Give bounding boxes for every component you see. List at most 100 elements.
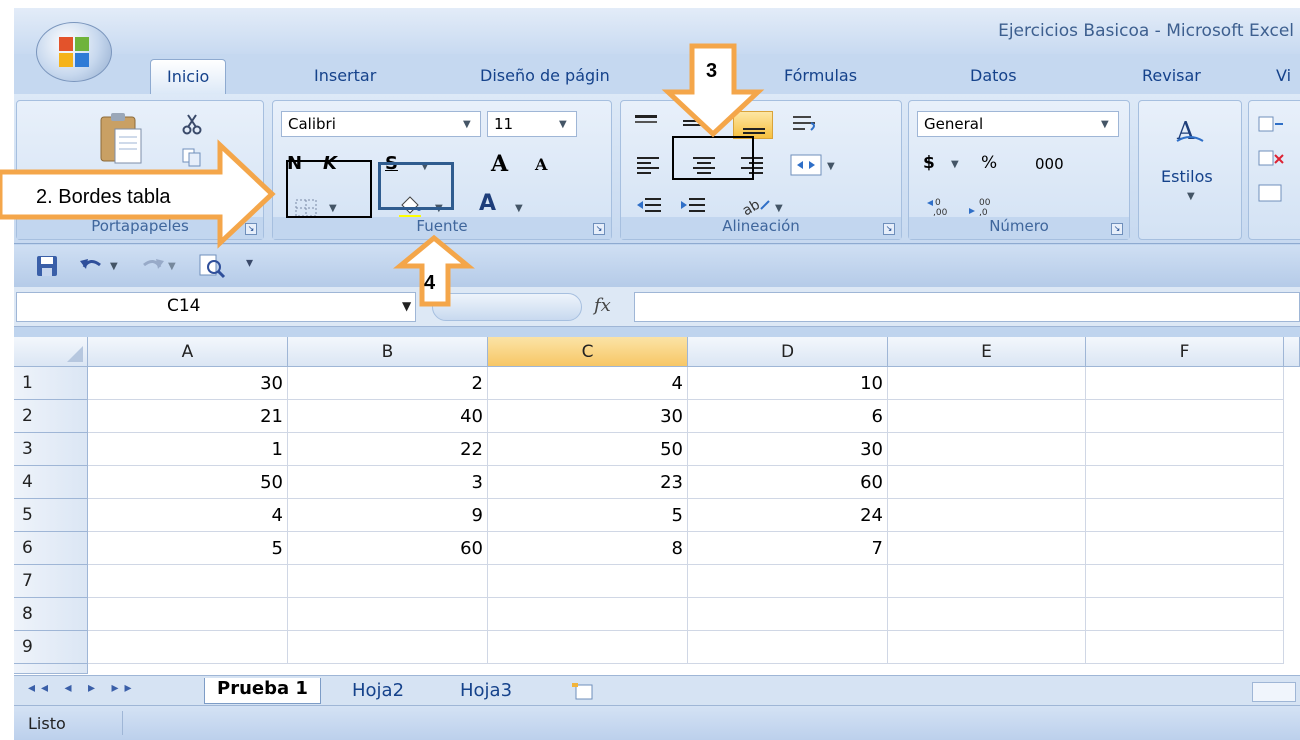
fx-icon[interactable]: fx — [594, 295, 611, 316]
cell-a9[interactable] — [88, 631, 288, 664]
tab-inicio[interactable]: Inicio — [150, 59, 227, 95]
column-header-a[interactable]: A — [88, 337, 288, 367]
cell-a4[interactable]: 50 — [88, 466, 288, 499]
tab-revisar[interactable]: Revisar — [1142, 66, 1201, 85]
font-size-dropdown-icon[interactable]: ▼ — [559, 119, 567, 130]
cell-e3[interactable] — [888, 433, 1086, 466]
cell-f6[interactable] — [1086, 532, 1284, 565]
redo-dropdown-icon[interactable]: ▼ — [168, 261, 176, 272]
cell-e7[interactable] — [888, 565, 1086, 598]
cell-f2[interactable] — [1086, 400, 1284, 433]
insert-sheet-icon[interactable] — [570, 681, 594, 701]
currency-button[interactable]: $ — [923, 153, 935, 173]
cell-d9[interactable] — [688, 631, 888, 664]
paste-icon[interactable] — [95, 111, 145, 167]
customize-qat-icon[interactable]: ▾ — [246, 255, 253, 271]
column-header-b[interactable]: B — [288, 337, 488, 367]
cell-c5[interactable]: 5 — [488, 499, 688, 532]
styles-icon[interactable]: A — [1173, 115, 1207, 145]
sheet-navigation-icon[interactable]: ◂◂ ◂ ▸ ▸▸ — [28, 680, 138, 696]
row-header-partial[interactable] — [14, 664, 88, 674]
orientation-icon[interactable]: ab — [739, 195, 771, 217]
cell-c3[interactable]: 50 — [488, 433, 688, 466]
cell-b2[interactable]: 40 — [288, 400, 488, 433]
cell-d2[interactable]: 6 — [688, 400, 888, 433]
row-header-6[interactable]: 6 — [14, 532, 88, 565]
font-color-dropdown-icon[interactable]: ▼ — [515, 203, 523, 214]
cell-c8[interactable] — [488, 598, 688, 631]
wrap-text-icon[interactable] — [791, 113, 819, 135]
undo-dropdown-icon[interactable]: ▼ — [110, 261, 118, 272]
cell-a6[interactable]: 5 — [88, 532, 288, 565]
name-box-dropdown-icon[interactable]: ▼ — [402, 299, 411, 313]
cell-a1[interactable]: 30 — [88, 367, 288, 400]
cell-b7[interactable] — [288, 565, 488, 598]
increase-decimal-icon[interactable]: 0 ,00 — [925, 195, 959, 217]
cell-f5[interactable] — [1086, 499, 1284, 532]
number-format-dropdown-icon[interactable]: ▼ — [1101, 119, 1109, 130]
save-icon[interactable] — [36, 255, 58, 277]
cell-d4[interactable]: 60 — [688, 466, 888, 499]
font-name-box[interactable]: Calibri — [281, 111, 481, 137]
tab-vista[interactable]: Vi — [1276, 66, 1291, 85]
cell-f8[interactable] — [1086, 598, 1284, 631]
cell-c1[interactable]: 4 — [488, 367, 688, 400]
align-left-icon[interactable] — [635, 155, 661, 175]
cell-d3[interactable]: 30 — [688, 433, 888, 466]
cell-f7[interactable] — [1086, 565, 1284, 598]
horizontal-scrollbar[interactable] — [1252, 682, 1296, 702]
cell-c2[interactable]: 30 — [488, 400, 688, 433]
align-bottom-button[interactable] — [733, 111, 773, 139]
cell-a3[interactable]: 1 — [88, 433, 288, 466]
cell-e6[interactable] — [888, 532, 1086, 565]
cell-b3[interactable]: 22 — [288, 433, 488, 466]
redo-icon[interactable] — [138, 255, 166, 277]
alignment-launcher-icon[interactable]: ↘ — [883, 223, 895, 235]
cell-b4[interactable]: 3 — [288, 466, 488, 499]
cell-a7[interactable] — [88, 565, 288, 598]
merge-dropdown-icon[interactable]: ▼ — [827, 161, 835, 172]
merge-center-icon[interactable] — [789, 153, 823, 177]
print-preview-icon[interactable] — [198, 253, 226, 279]
undo-icon[interactable] — [78, 255, 106, 277]
office-button[interactable] — [36, 22, 112, 82]
cell-b5[interactable]: 9 — [288, 499, 488, 532]
tab-diseno[interactable]: Diseño de págin — [480, 66, 610, 85]
column-header-e[interactable]: E — [888, 337, 1086, 367]
number-format-box[interactable]: General — [917, 111, 1119, 137]
row-header-3[interactable]: 3 — [14, 433, 88, 466]
cell-d1[interactable]: 10 — [688, 367, 888, 400]
cell-d8[interactable] — [688, 598, 888, 631]
cut-icon[interactable] — [181, 113, 203, 135]
cell-f9[interactable] — [1086, 631, 1284, 664]
cell-e1[interactable] — [888, 367, 1086, 400]
cell-b9[interactable] — [288, 631, 488, 664]
sheet-tab-hoja3[interactable]: Hoja3 — [460, 680, 512, 706]
number-launcher-icon[interactable]: ↘ — [1111, 223, 1123, 235]
cell-d6[interactable]: 7 — [688, 532, 888, 565]
cell-c7[interactable] — [488, 565, 688, 598]
row-header-7[interactable]: 7 — [14, 565, 88, 598]
cell-e8[interactable] — [888, 598, 1086, 631]
cell-d7[interactable] — [688, 565, 888, 598]
cell-f1[interactable] — [1086, 367, 1284, 400]
row-header-5[interactable]: 5 — [14, 499, 88, 532]
column-header-f[interactable]: F — [1086, 337, 1284, 367]
column-header-g-partial[interactable] — [1284, 337, 1300, 367]
copy-icon[interactable] — [181, 147, 203, 167]
clipboard-launcher-icon[interactable]: ↘ — [245, 223, 257, 235]
currency-dropdown-icon[interactable]: ▼ — [951, 159, 959, 170]
cell-e9[interactable] — [888, 631, 1086, 664]
row-header-9[interactable]: 9 — [14, 631, 88, 664]
cell-e2[interactable] — [888, 400, 1086, 433]
align-top-icon[interactable] — [633, 113, 659, 133]
cell-f4[interactable] — [1086, 466, 1284, 499]
percent-button[interactable]: % — [981, 153, 997, 173]
formula-input[interactable] — [634, 292, 1300, 322]
cell-c4[interactable]: 23 — [488, 466, 688, 499]
cell-e5[interactable] — [888, 499, 1086, 532]
row-header-8[interactable]: 8 — [14, 598, 88, 631]
cell-b8[interactable] — [288, 598, 488, 631]
cell-a5[interactable]: 4 — [88, 499, 288, 532]
font-launcher-icon[interactable]: ↘ — [593, 223, 605, 235]
